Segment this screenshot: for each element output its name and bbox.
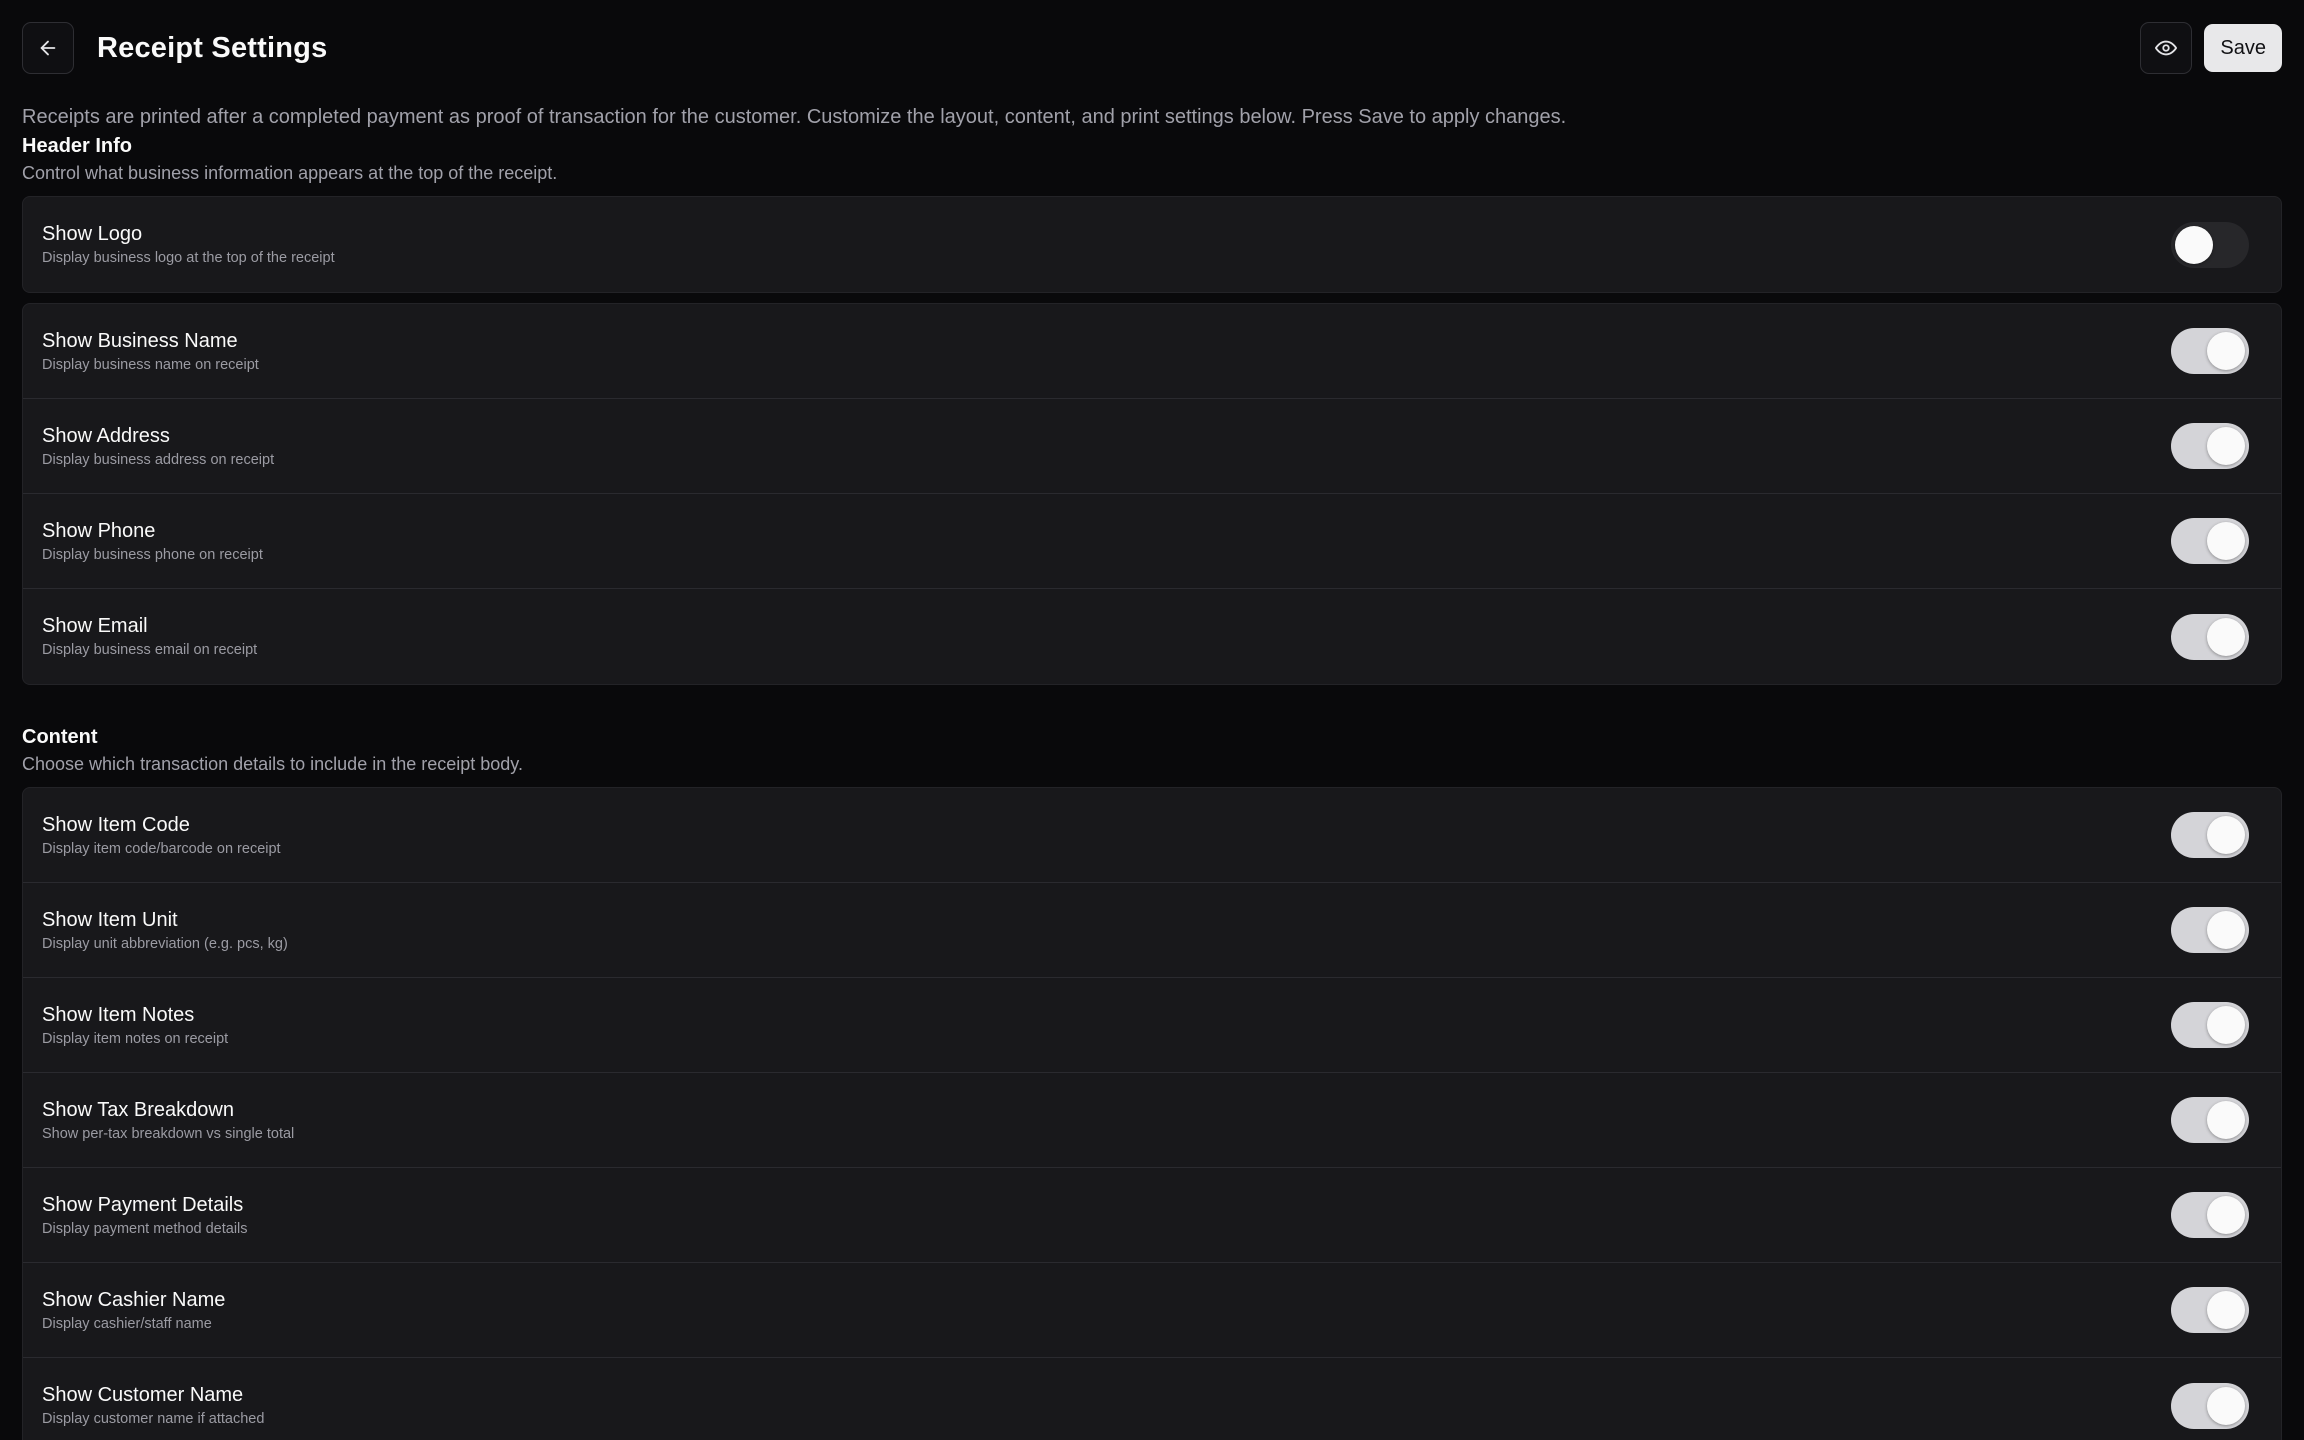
toggle-knob: [2175, 225, 2213, 264]
show-phone-toggle[interactable]: [2171, 518, 2249, 564]
setting-description: Display unit abbreviation (e.g. pcs, kg): [42, 935, 288, 952]
content-title: Content: [22, 726, 98, 748]
setting-text: Show Business Name Display business name…: [42, 328, 259, 375]
back-button[interactable]: [22, 22, 74, 74]
toggle-knob: [2207, 1386, 2245, 1425]
content-card: Show Item Code Display item code/barcode…: [22, 787, 2282, 1440]
setting-description: Display payment method details: [42, 1220, 248, 1237]
setting-row-show-email: Show Email Display business email on rec…: [23, 589, 2281, 684]
show-cashier-name-toggle[interactable]: [2171, 1287, 2249, 1333]
setting-row-show-customer-name: Show Customer Name Display customer name…: [23, 1358, 2281, 1440]
setting-text: Show Payment Details Display payment met…: [42, 1192, 248, 1239]
setting-text: Show Logo Display business logo at the t…: [42, 221, 335, 268]
toggle-knob: [2207, 1291, 2245, 1329]
setting-text: Show Customer Name Display customer name…: [42, 1382, 264, 1429]
arrow-left-icon: [40, 40, 56, 56]
toggle-knob: [2207, 1196, 2245, 1234]
setting-label: Show Payment Details: [42, 1193, 244, 1216]
top-bar-actions: Save: [2140, 22, 2282, 74]
setting-label: Show Logo: [42, 223, 143, 245]
toggle-knob: [2207, 1101, 2245, 1139]
setting-label: Show Email: [42, 615, 148, 637]
setting-description: Display business email on receipt: [42, 642, 258, 658]
setting-text: Show Address Display business address on…: [42, 423, 274, 470]
show-item-code-toggle[interactable]: [2171, 812, 2249, 858]
save-button[interactable]: Save: [2204, 24, 2282, 72]
setting-description: Display business name on receipt: [42, 356, 259, 373]
show-item-unit-toggle[interactable]: [2171, 907, 2249, 953]
show-payment-details-toggle[interactable]: [2171, 1192, 2249, 1238]
setting-text: Show Tax Breakdown Show per-tax breakdow…: [42, 1097, 294, 1144]
setting-label: Show Phone: [42, 519, 156, 542]
setting-row-show-item-code: Show Item Code Display item code/barcode…: [23, 788, 2281, 883]
setting-row-show-logo: Show Logo Display business logo at the t…: [23, 197, 2281, 292]
setting-label: Show Item Unit: [42, 908, 178, 931]
setting-row-show-payment-details: Show Payment Details Display payment met…: [23, 1168, 2281, 1263]
setting-description: Show per-tax breakdown vs single total: [42, 1125, 295, 1142]
toggle-knob: [2207, 1006, 2245, 1044]
toggle-knob: [2207, 816, 2245, 854]
setting-label: Show Tax Breakdown: [42, 1098, 234, 1121]
show-logo-toggle[interactable]: [2171, 221, 2249, 268]
setting-text: Show Item Code Display item code/barcode…: [42, 812, 281, 859]
show-tax-breakdown-toggle[interactable]: [2171, 1097, 2249, 1143]
setting-description: Display item code/barcode on receipt: [42, 840, 281, 857]
setting-row-show-phone: Show Phone Display business phone on rec…: [23, 494, 2281, 589]
setting-label: Show Cashier Name: [42, 1288, 226, 1311]
setting-text: Show Item Unit Display unit abbreviation…: [42, 907, 288, 954]
setting-row-show-cashier-name: Show Cashier Name Display cashier/staff …: [23, 1263, 2281, 1358]
setting-description: Display business address on receipt: [42, 451, 275, 468]
setting-description: Display cashier/staff name: [42, 1315, 212, 1332]
preview-button[interactable]: [2140, 22, 2193, 74]
toggle-knob: [2207, 522, 2245, 560]
setting-row-show-item-unit: Show Item Unit Display unit abbreviation…: [23, 883, 2281, 978]
setting-label: Show Business Name: [42, 329, 238, 352]
show-customer-name-toggle[interactable]: [2171, 1382, 2249, 1429]
setting-text: Show Item Notes Display item notes on re…: [42, 1002, 228, 1049]
page-title: Receipt Settings: [97, 31, 328, 64]
setting-row-show-business-name: Show Business Name Display business name…: [23, 304, 2281, 399]
content-description: Choose which transaction details to incl…: [22, 754, 523, 774]
top-bar-left: Receipt Settings: [22, 22, 327, 74]
show-email-toggle[interactable]: [2171, 613, 2249, 660]
top-bar: Receipt Settings Save: [22, 0, 2282, 96]
receipt-settings-page: Receipt Settings Save Receipts are print…: [0, 0, 2304, 1440]
setting-description: Display customer name if attached: [42, 1411, 265, 1427]
show-business-name-toggle[interactable]: [2171, 328, 2249, 374]
setting-label: Show Item Notes: [42, 1003, 195, 1026]
toggle-knob: [2207, 427, 2245, 465]
setting-description: Display item notes on receipt: [42, 1030, 229, 1047]
toggle-knob: [2207, 911, 2245, 949]
eye-icon: [2155, 40, 2178, 56]
setting-description: Display business logo at the top of the …: [42, 250, 335, 266]
setting-label: Show Address: [42, 424, 170, 447]
setting-text: Show Phone Display business phone on rec…: [42, 518, 263, 565]
business-info-card: Show Business Name Display business name…: [22, 303, 2282, 685]
setting-row-show-address: Show Address Display business address on…: [23, 399, 2281, 494]
intro-text: Receipts are printed after a completed p…: [22, 106, 1567, 128]
setting-row-show-tax-breakdown: Show Tax Breakdown Show per-tax breakdow…: [23, 1073, 2281, 1168]
setting-label: Show Item Code: [42, 813, 190, 836]
toggle-knob: [2207, 332, 2245, 370]
toggle-knob: [2207, 617, 2245, 656]
setting-text: Show Cashier Name Display cashier/staff …: [42, 1287, 225, 1334]
logo-card: Show Logo Display business logo at the t…: [22, 196, 2282, 293]
setting-description: Display business phone on receipt: [42, 546, 263, 563]
setting-label: Show Customer Name: [42, 1384, 244, 1406]
show-address-toggle[interactable]: [2171, 423, 2249, 469]
header-info-title: Header Info: [22, 135, 133, 157]
setting-row-show-item-notes: Show Item Notes Display item notes on re…: [23, 978, 2281, 1073]
header-info-description: Control what business information appear…: [22, 163, 558, 183]
setting-text: Show Email Display business email on rec…: [42, 613, 257, 660]
show-item-notes-toggle[interactable]: [2171, 1002, 2249, 1048]
